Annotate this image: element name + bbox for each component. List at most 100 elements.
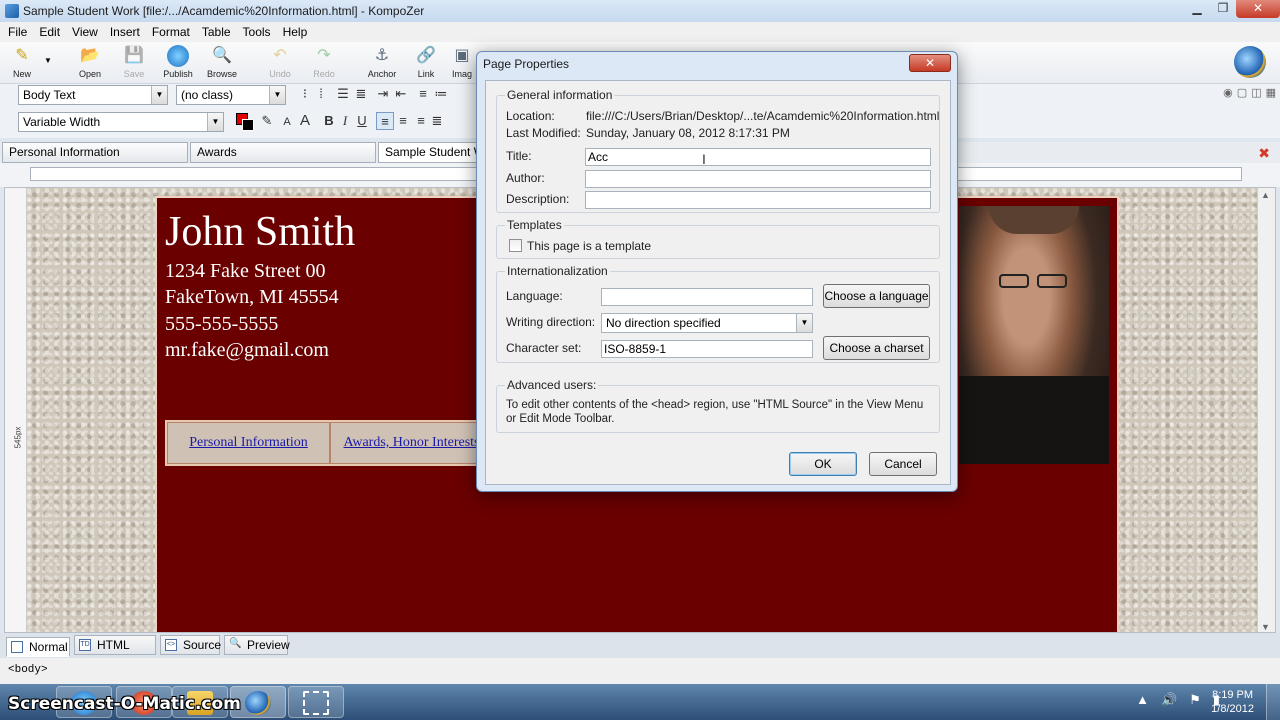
open-button[interactable]: 📂 Open [68,44,112,79]
definition-list-icon[interactable]: ≡ [414,85,432,103]
tab-split-icon[interactable]: ◫ [1251,86,1261,99]
cancel-button[interactable]: Cancel [869,452,937,476]
window-titlebar: Sample Student Work [file:/.../Acamdemic… [0,0,1280,22]
larger-font-icon[interactable]: A [296,112,314,130]
clock-date: 1/8/2012 [1211,703,1254,715]
template-checkbox-label[interactable]: This page is a template [527,239,651,253]
menu-tools[interactable]: Tools [239,25,279,39]
outdent-icon[interactable]: ⇤ [392,85,410,103]
image-button[interactable]: ▣ Imag [448,44,476,79]
highlight-pen-icon[interactable]: ✎ [258,112,276,130]
redo-button[interactable]: ↷ Redo [302,44,346,79]
definition-term-icon[interactable]: ≔ [432,85,450,103]
nav-link-awards-honors[interactable]: Awards, Honor Interests [330,422,493,464]
menu-view[interactable]: View [68,25,106,39]
menu-file[interactable]: File [4,25,35,39]
author-input[interactable] [585,170,931,188]
link-button[interactable]: 🔗 Link [404,44,448,79]
action-center-icon[interactable]: ⚑ [1189,692,1201,708]
internationalization-group: Internationalization Language: Choose a … [496,264,940,363]
close-window-button[interactable]: ✕ [1236,0,1280,18]
new-dropdown-arrow[interactable]: ▼ [44,56,52,65]
menu-edit[interactable]: Edit [35,25,68,39]
profile-photo[interactable] [959,206,1109,464]
link-chain-icon: 🔗 [416,47,436,64]
edit-mode-bar: Normal TDHTML Tags <>Source 🔍Preview [0,633,1280,670]
undo-button[interactable]: ↶ Undo [258,44,302,79]
bulleted-list-icon[interactable]: ≣ [352,85,370,103]
menu-insert[interactable]: Insert [106,25,148,39]
description-input[interactable] [585,191,931,209]
dialog-close-button[interactable]: ✕ [909,54,951,72]
taskbar-screencast-button[interactable] [288,686,344,718]
nav-link-personal-information[interactable]: Personal Information [167,422,330,464]
tab-sample-student-work[interactable]: Sample Student Wo [378,142,478,163]
minimize-button[interactable]: ▁ [1184,0,1210,18]
element-path[interactable]: <body> [8,664,48,676]
scroll-up-icon[interactable]: ▲ [1261,190,1270,200]
status-bar: <body> [0,658,1280,684]
indent-icon[interactable]: ⇥ [374,85,392,103]
kompozer-throbber-icon [1234,46,1266,78]
template-checkbox[interactable] [509,239,522,252]
smaller-font-icon[interactable]: A [278,113,296,131]
show-hidden-icons-icon[interactable]: ▲ [1136,692,1149,708]
language-label: Language: [506,289,563,303]
system-clock[interactable]: 8:19 PM 1/8/2012 [1211,688,1254,716]
maximize-button[interactable]: ❐ [1210,0,1236,18]
align-center-icon[interactable]: ≡ [394,112,412,130]
mode-source[interactable]: <> Source [160,635,221,655]
tab-bullet-icon[interactable]: ◉ [1223,86,1233,99]
scroll-down-icon[interactable]: ▼ [1261,622,1270,632]
writing-direction-select[interactable]: No direction specified ▼ [601,313,813,333]
vertical-ruler: 545px [5,188,27,632]
show-desktop-button[interactable] [1266,684,1280,720]
resume-email[interactable]: mr.fake@gmail.com [165,339,329,362]
class-select[interactable]: (no class) ▼ [176,85,286,105]
preview-magnifier-icon: 🔍 [229,638,242,649]
browse-button[interactable]: 🔍 Browse [200,44,244,79]
language-input[interactable] [601,288,813,306]
kompozer-icon [245,691,271,715]
mode-preview[interactable]: 🔍 Preview [224,635,290,655]
save-button[interactable]: 💾 Save [112,44,156,79]
resume-street[interactable]: 1234 Fake Street 00 [165,260,326,283]
cite-marker-icon[interactable]: ⁞ [312,85,330,103]
mode-html-tags[interactable]: TDHTML Tags [74,635,156,670]
align-left-icon[interactable]: ≡ [376,112,394,130]
anchor-button[interactable]: ⚓ Anchor [360,44,404,79]
ok-button[interactable]: OK [789,452,857,476]
menu-bar: File Edit View Insert Format Table Tools… [0,22,1280,42]
tab-awards[interactable]: Awards [190,142,376,163]
resume-phone[interactable]: 555-555-5555 [165,313,278,336]
paragraph-style-select[interactable]: Body Text ▼ [18,85,168,105]
close-tab-icon[interactable]: ✖ [1258,145,1270,162]
underline-icon[interactable]: U [353,112,371,130]
font-select[interactable]: Variable Width ▼ [18,112,224,132]
menu-help[interactable]: Help [279,25,316,39]
tab-personal-information[interactable]: Personal Information [2,142,188,163]
character-set-input[interactable]: ISO-8859-1 [601,340,813,358]
publish-button[interactable]: Publish [156,44,200,79]
menu-format[interactable]: Format [148,25,198,39]
volume-icon[interactable]: 🔊 [1161,692,1177,708]
tab-page-icon[interactable]: ▢ [1237,86,1247,99]
italic-icon[interactable]: I [336,112,354,130]
tab-grid-icon[interactable]: ▦ [1266,86,1276,99]
background-color-swatch[interactable] [242,119,254,131]
menu-table[interactable]: Table [198,25,239,39]
new-button[interactable]: ✎ New [0,44,44,79]
choose-language-button[interactable]: Choose a language [823,284,930,308]
title-input[interactable]: Acc [585,148,931,166]
mode-normal[interactable]: Normal [6,637,70,657]
editor-scrollbar[interactable]: ▲ ▼ [1257,188,1275,632]
kompozer-app-icon [5,4,19,18]
numbered-list-icon[interactable]: ☰ [334,85,352,103]
chevron-down-icon: ▼ [207,113,223,131]
publish-globe-icon [167,45,189,67]
resume-name[interactable]: John Smith [165,208,355,256]
align-justify-icon[interactable]: ≣ [428,112,446,130]
window-title: Sample Student Work [file:/.../Acamdemic… [23,4,425,18]
choose-charset-button[interactable]: Choose a charset [823,336,930,360]
resume-city[interactable]: FakeTown, MI 45554 [165,286,339,309]
